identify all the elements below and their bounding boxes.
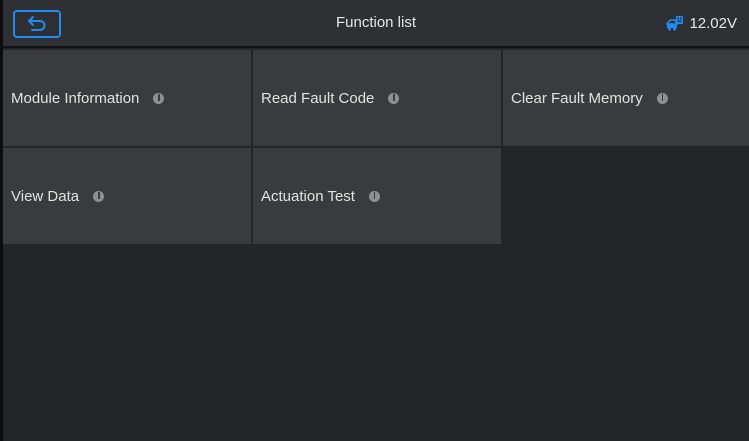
info-icon[interactable] [93, 190, 105, 202]
function-label: Read Fault Code [261, 89, 375, 107]
info-icon[interactable] [388, 92, 400, 104]
info-icon[interactable] [153, 92, 165, 104]
voltage-indicator: 12.02V [666, 0, 737, 46]
voltage-value: 12.02V [689, 14, 737, 32]
function-label: Module Information [11, 89, 140, 107]
function-tile-actuation-test[interactable]: Actuation Test [253, 148, 501, 244]
top-bar: Function list 12.02V [3, 0, 749, 48]
page-title: Function list [335, 14, 417, 31]
car-battery-icon [666, 15, 684, 31]
back-button[interactable] [13, 10, 61, 38]
function-tile-clear-fault-memory[interactable]: Clear Fault Memory [503, 50, 749, 146]
back-arrow-icon [26, 15, 48, 33]
function-label: View Data [11, 187, 80, 205]
info-icon[interactable] [368, 190, 380, 202]
function-tile-module-information[interactable]: Module Information [3, 50, 251, 146]
function-tile-read-fault-code[interactable]: Read Fault Code [253, 50, 501, 146]
info-icon[interactable] [656, 92, 668, 104]
function-list-screen: Function list 12.02V Module Information [0, 0, 749, 441]
function-label: Actuation Test [261, 187, 355, 205]
function-label: Clear Fault Memory [511, 89, 643, 107]
function-tile-view-data[interactable]: View Data [3, 148, 251, 244]
